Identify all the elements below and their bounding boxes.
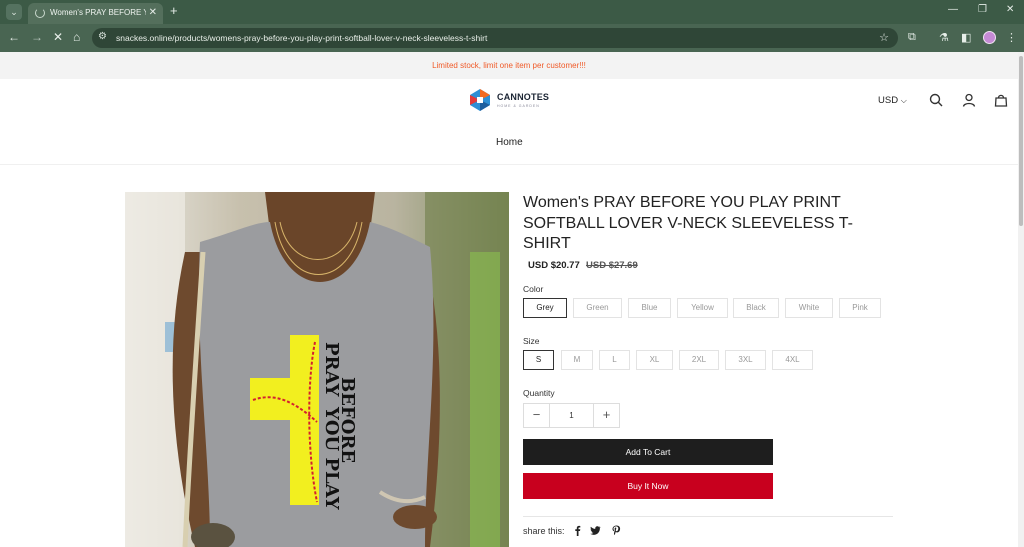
site-info-icon[interactable]: ⚙ (98, 31, 107, 42)
account-icon[interactable] (962, 93, 976, 107)
size-option-4xl[interactable]: 4XL (772, 350, 813, 370)
color-option-green[interactable]: Green (573, 298, 622, 318)
size-option-xl[interactable]: XL (636, 350, 673, 370)
logo-subtext: HOME & GARDEN (497, 104, 540, 108)
size-option-m[interactable]: M (561, 350, 593, 370)
loading-spinner-icon (35, 8, 45, 18)
restore-icon[interactable]: ❐ (978, 4, 987, 15)
size-label: Size (523, 336, 540, 346)
home-icon[interactable]: ⌂ (73, 30, 80, 44)
product-photo-illustration: PRAY BEFORE YOU PLAY (125, 192, 509, 547)
buy-now-button[interactable]: Buy It Now (523, 473, 773, 499)
nav-home-link[interactable]: Home (496, 137, 523, 148)
header-divider (0, 164, 1018, 165)
quantity-stepper: − 1 + (523, 403, 620, 428)
tab-search-icon[interactable]: ⌄ (6, 4, 22, 20)
color-label: Color (523, 284, 544, 294)
quantity-label: Quantity (523, 388, 555, 398)
profile-avatar[interactable] (983, 31, 996, 44)
pinterest-icon[interactable] (611, 525, 622, 536)
browser-tabbar: ⌄ Women's PRAY BEFORE YOU PL ✕ + — ❐ ✕ (0, 0, 1024, 24)
minus-icon[interactable]: − (524, 404, 549, 427)
browser-tab[interactable]: Women's PRAY BEFORE YOU PL ✕ (28, 3, 163, 24)
search-icon[interactable] (929, 93, 943, 107)
facebook-icon[interactable] (572, 525, 583, 536)
currency-label: USD (878, 95, 899, 106)
logo-text: CANNOTES (497, 92, 550, 102)
extensions-icon[interactable]: ⧉ (908, 31, 916, 44)
announcement-bar: Limited stock, limit one item per custom… (0, 52, 1018, 79)
share-label: share this: (523, 526, 565, 536)
compare-at-price: USD $27.69 (586, 260, 638, 271)
color-option-grey[interactable]: Grey (523, 298, 567, 318)
minimize-icon[interactable]: — (948, 4, 958, 15)
quantity-input[interactable]: 1 (549, 404, 594, 427)
tab-title: Women's PRAY BEFORE YOU PL (50, 8, 146, 17)
forward-icon[interactable]: → (31, 30, 43, 44)
window-close-icon[interactable]: ✕ (1006, 4, 1014, 15)
stop-icon[interactable]: ✕ (53, 30, 63, 44)
close-tab-icon[interactable]: ✕ (149, 7, 157, 18)
scrollbar-thumb[interactable] (1019, 56, 1023, 226)
labs-flask-icon[interactable]: ⚗ (939, 31, 949, 44)
size-option-l[interactable]: L (599, 350, 630, 370)
color-option-pink[interactable]: Pink (839, 298, 881, 318)
product-title: Women's PRAY BEFORE YOU PLAY PRINT SOFTB… (523, 194, 853, 252)
twitter-icon[interactable] (590, 525, 601, 536)
product-image[interactable]: PRAY BEFORE YOU PLAY (125, 192, 509, 547)
size-option-s[interactable]: S (523, 350, 554, 370)
new-tab-icon[interactable]: + (170, 3, 178, 18)
size-option-3xl[interactable]: 3XL (725, 350, 766, 370)
color-option-black[interactable]: Black (733, 298, 779, 318)
size-option-2xl[interactable]: 2XL (679, 350, 719, 370)
store-logo[interactable]: CANNOTES HOME & GARDEN (469, 88, 559, 116)
color-option-blue[interactable]: Blue (628, 298, 671, 318)
url-text[interactable]: snackes.online/products/womens-pray-befo… (116, 33, 487, 43)
browser-toolbar: ← → ✕ ⌂ ⚙ snackes.online/products/womens… (0, 24, 1024, 52)
currency-selector[interactable]: USD ⌵ (878, 95, 907, 106)
color-option-white[interactable]: White (785, 298, 833, 318)
shirt-print-line-3: YOU PLAY (321, 406, 342, 511)
menu-dots-icon[interactable]: ⋮ (1006, 31, 1017, 44)
sidepanel-icon[interactable]: ◧ (961, 31, 971, 44)
share-divider (523, 516, 893, 517)
plus-icon[interactable]: + (594, 404, 619, 427)
color-option-yellow[interactable]: Yellow (677, 298, 728, 318)
bookmark-star-icon[interactable]: ☆ (879, 31, 889, 44)
product-price: USD $20.77 (528, 260, 580, 271)
address-bar[interactable]: ⚙ snackes.online/products/womens-pray-be… (92, 28, 898, 48)
chevron-down-icon: ⌵ (900, 96, 907, 105)
cart-bag-icon[interactable] (994, 93, 1008, 107)
add-to-cart-button[interactable]: Add To Cart (523, 439, 773, 465)
logo-mark-icon (470, 89, 490, 111)
back-icon[interactable]: ← (8, 30, 20, 44)
